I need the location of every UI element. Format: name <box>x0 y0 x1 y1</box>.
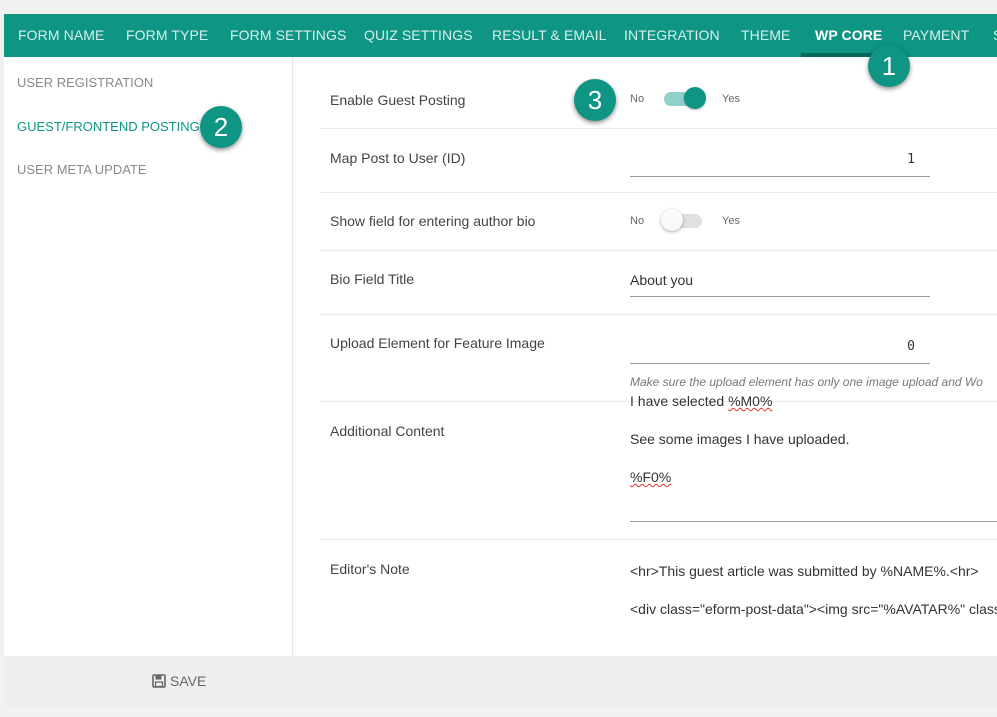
setting-row-additional-content: Additional Content I have selected %M0% … <box>320 393 997 540</box>
editor-text: I have selected <box>630 393 729 409</box>
setting-label: Editor's Note <box>330 561 410 577</box>
tab-integration[interactable]: INTEGRATION <box>624 14 720 57</box>
sidebar-item-user-meta-update[interactable]: USER META UPDATE <box>17 162 147 177</box>
tab-overflow[interactable]: S <box>993 14 997 57</box>
callout-badge-1: 1 <box>868 45 910 87</box>
editor-tag: %F0% <box>630 469 672 485</box>
toggle-track[interactable] <box>661 209 702 231</box>
setting-label: Map Post to User (ID) <box>330 150 466 166</box>
setting-label: Show field for entering author bio <box>330 213 536 229</box>
feature-image-element-input[interactable] <box>630 330 930 364</box>
floppy-disk-icon <box>152 674 166 688</box>
toggle-no-label: No <box>630 93 645 105</box>
editor-tag: %M0% <box>728 393 773 409</box>
bio-field-title-input[interactable] <box>630 263 930 297</box>
footer-bar: SAVE <box>4 656 997 707</box>
additional-content-editor[interactable]: I have selected %M0% See some images I h… <box>630 392 997 522</box>
tab-wp-core[interactable]: WP CORE <box>815 14 882 57</box>
tab-payment[interactable]: PAYMENT <box>903 14 969 57</box>
settings-panel: Enable Guest Posting No Yes Map Post to … <box>293 57 997 656</box>
callout-badge-2: 2 <box>200 106 242 148</box>
tab-form-settings[interactable]: FORM SETTINGS <box>230 14 346 57</box>
setting-row-editors-note: Editor's Note <hr>This guest article was… <box>320 540 997 656</box>
toggle-knob[interactable] <box>661 209 683 231</box>
setting-label: Additional Content <box>330 423 445 439</box>
tab-form-type[interactable]: FORM TYPE <box>126 14 208 57</box>
setting-row-author-bio: Show field for entering author bio No Ye… <box>320 193 997 251</box>
tab-form-name[interactable]: FORM NAME <box>18 14 104 57</box>
toggle-yes-label: Yes <box>722 215 740 227</box>
editor-line: I have selected %M0% <box>630 392 997 411</box>
setting-row-bio-title: Bio Field Title <box>320 251 997 315</box>
toggle-track[interactable] <box>664 87 706 109</box>
toggle-no-label: No <box>630 215 645 227</box>
editor-line: <hr>This guest article was submitted by … <box>630 563 979 579</box>
sidebar: USER REGISTRATION GUEST/FRONTEND POSTING… <box>4 57 293 656</box>
tab-quiz-settings[interactable]: QUIZ SETTINGS <box>364 14 473 57</box>
top-tab-bar: FORM NAME FORM TYPE FORM SETTINGS QUIZ S… <box>4 14 997 57</box>
editor-line: %F0% <box>630 468 997 487</box>
tab-result-email[interactable]: RESULT & EMAIL <box>492 14 606 57</box>
feature-image-hint: Make sure the upload element has only on… <box>630 375 983 389</box>
editors-note-editor[interactable]: <hr>This guest article was submitted by … <box>630 562 997 652</box>
tab-theme[interactable]: THEME <box>741 14 791 57</box>
save-label: SAVE <box>170 673 207 689</box>
app-frame: FORM NAME FORM TYPE FORM SETTINGS QUIZ S… <box>4 14 997 707</box>
setting-row-map-post: Map Post to User (ID) <box>320 129 997 193</box>
sidebar-item-user-registration[interactable]: USER REGISTRATION <box>17 75 153 90</box>
setting-label: Upload Element for Feature Image <box>330 335 545 351</box>
toggle-knob[interactable] <box>684 87 706 109</box>
toggle-yes-label: Yes <box>722 93 740 105</box>
save-button[interactable]: SAVE <box>152 673 206 689</box>
setting-label: Bio Field Title <box>330 271 415 287</box>
editor-line: See some images I have uploaded. <box>630 431 850 447</box>
map-post-user-id-input[interactable] <box>630 143 930 177</box>
sidebar-item-guest-posting[interactable]: GUEST/FRONTEND POSTING <box>17 119 200 134</box>
setting-row-feature-image: Upload Element for Feature Image Make su… <box>320 315 997 402</box>
callout-badge-3: 3 <box>574 79 616 121</box>
editor-line: <div class="eform-post-data"><img src="%… <box>630 601 997 617</box>
setting-label: Enable Guest Posting <box>330 92 466 108</box>
